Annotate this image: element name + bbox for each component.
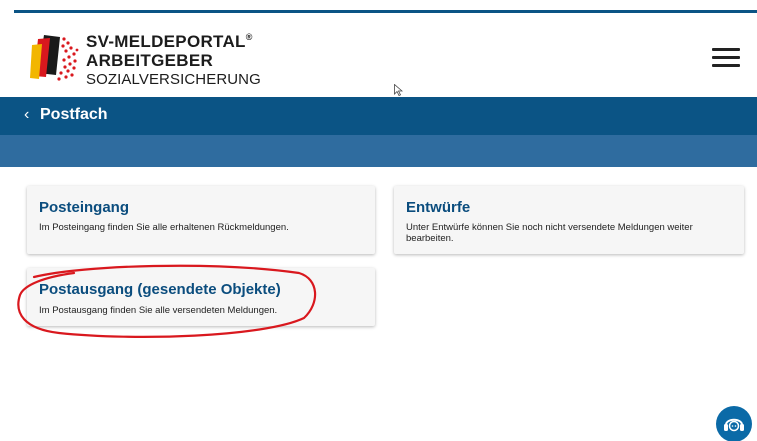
card-posteingang[interactable]: Posteingang Im Posteingang finden Sie al…	[27, 186, 375, 254]
card-postausgang[interactable]: Postausgang (gesendete Objekte) Im Posta…	[27, 268, 375, 326]
card-description: Im Posteingang finden Sie alle erhaltene…	[39, 222, 289, 233]
hamburger-menu-icon[interactable]	[712, 48, 740, 68]
sub-header-bar	[0, 135, 757, 167]
card-title: Posteingang	[39, 199, 130, 216]
card-description: Unter Entwürfe können Sie noch nicht ver…	[406, 222, 693, 244]
header: SV-MELDEPORTAL® ARBEITGEBER SOZIALVERSIC…	[0, 13, 757, 97]
page: SV-MELDEPORTAL® ARBEITGEBER SOZIALVERSIC…	[0, 0, 757, 441]
brand-line-3: SOZIALVERSICHERUNG	[86, 71, 261, 88]
mouse-cursor-icon	[394, 84, 403, 96]
card-title: Entwürfe	[406, 199, 471, 216]
support-headset-icon[interactable]	[716, 406, 752, 441]
brand-text: SV-MELDEPORTAL® ARBEITGEBER SOZIALVERSIC…	[86, 28, 261, 89]
card-entwuerfe[interactable]: Entwürfe Unter Entwürfe können Sie noch …	[394, 186, 744, 254]
brand-line-2: ARBEITGEBER	[86, 51, 214, 70]
sv-meldeportal-logo	[30, 35, 79, 81]
page-title: Postfach	[40, 106, 108, 123]
card-title: Postausgang (gesendete Objekte)	[39, 281, 281, 298]
navigation-bar: ‹ Postfach	[0, 97, 757, 135]
back-chevron-icon[interactable]: ‹	[24, 106, 29, 124]
brand-line-1: SV-MELDEPORTAL®	[86, 32, 253, 51]
card-description: Im Postausgang finden Sie alle versendet…	[39, 305, 278, 316]
